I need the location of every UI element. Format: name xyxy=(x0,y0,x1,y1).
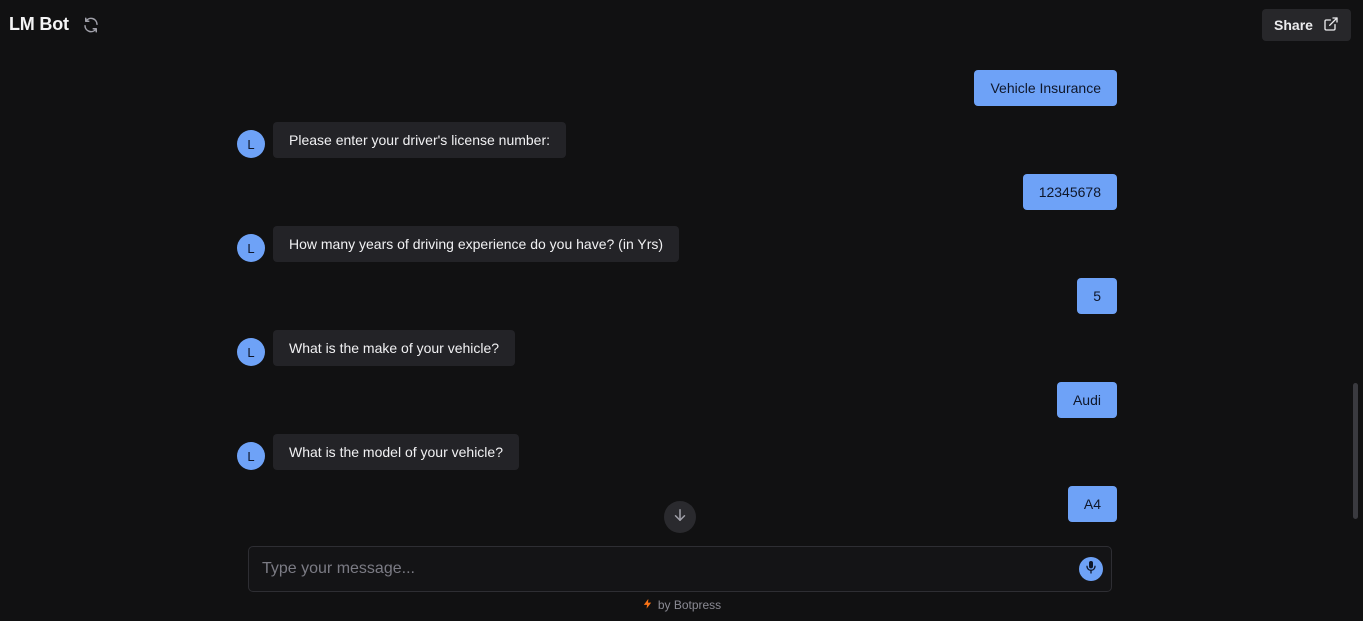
arrow-down-icon xyxy=(671,506,689,529)
message-input[interactable] xyxy=(249,547,1069,591)
external-link-icon xyxy=(1323,16,1339,35)
bot-avatar: L xyxy=(237,130,265,158)
bot-avatar: L xyxy=(237,234,265,262)
microphone-icon xyxy=(1083,559,1099,580)
bot-message: How many years of driving experience do … xyxy=(273,226,680,262)
user-message: Vehicle Insurance xyxy=(974,70,1117,106)
footer-text[interactable]: by Botpress xyxy=(658,598,721,612)
message-composer xyxy=(248,546,1112,592)
refresh-icon[interactable] xyxy=(82,16,100,34)
app-title: LM Bot xyxy=(9,14,69,34)
microphone-button[interactable] xyxy=(1079,557,1103,581)
share-button[interactable]: Share xyxy=(1262,9,1351,41)
share-button-label: Share xyxy=(1274,17,1313,33)
scrollbar[interactable] xyxy=(1353,383,1358,519)
bot-avatar: L xyxy=(237,338,265,366)
user-message: Audi xyxy=(1056,382,1117,418)
user-message: A4 xyxy=(1067,486,1117,522)
bot-message: Please enter your driver's license numbe… xyxy=(273,122,567,158)
header: LM Bot Share xyxy=(0,0,1363,50)
bot-message: What is the make of your vehicle? xyxy=(273,330,516,366)
bot-message: What is the model of your vehicle? xyxy=(273,434,519,470)
lightning-bolt-icon xyxy=(642,598,653,613)
user-message: 12345678 xyxy=(1022,174,1117,210)
footer: by Botpress xyxy=(0,597,1363,613)
bot-avatar: L xyxy=(237,442,265,470)
scroll-down-button[interactable] xyxy=(664,501,696,533)
user-message: 5 xyxy=(1077,278,1117,314)
